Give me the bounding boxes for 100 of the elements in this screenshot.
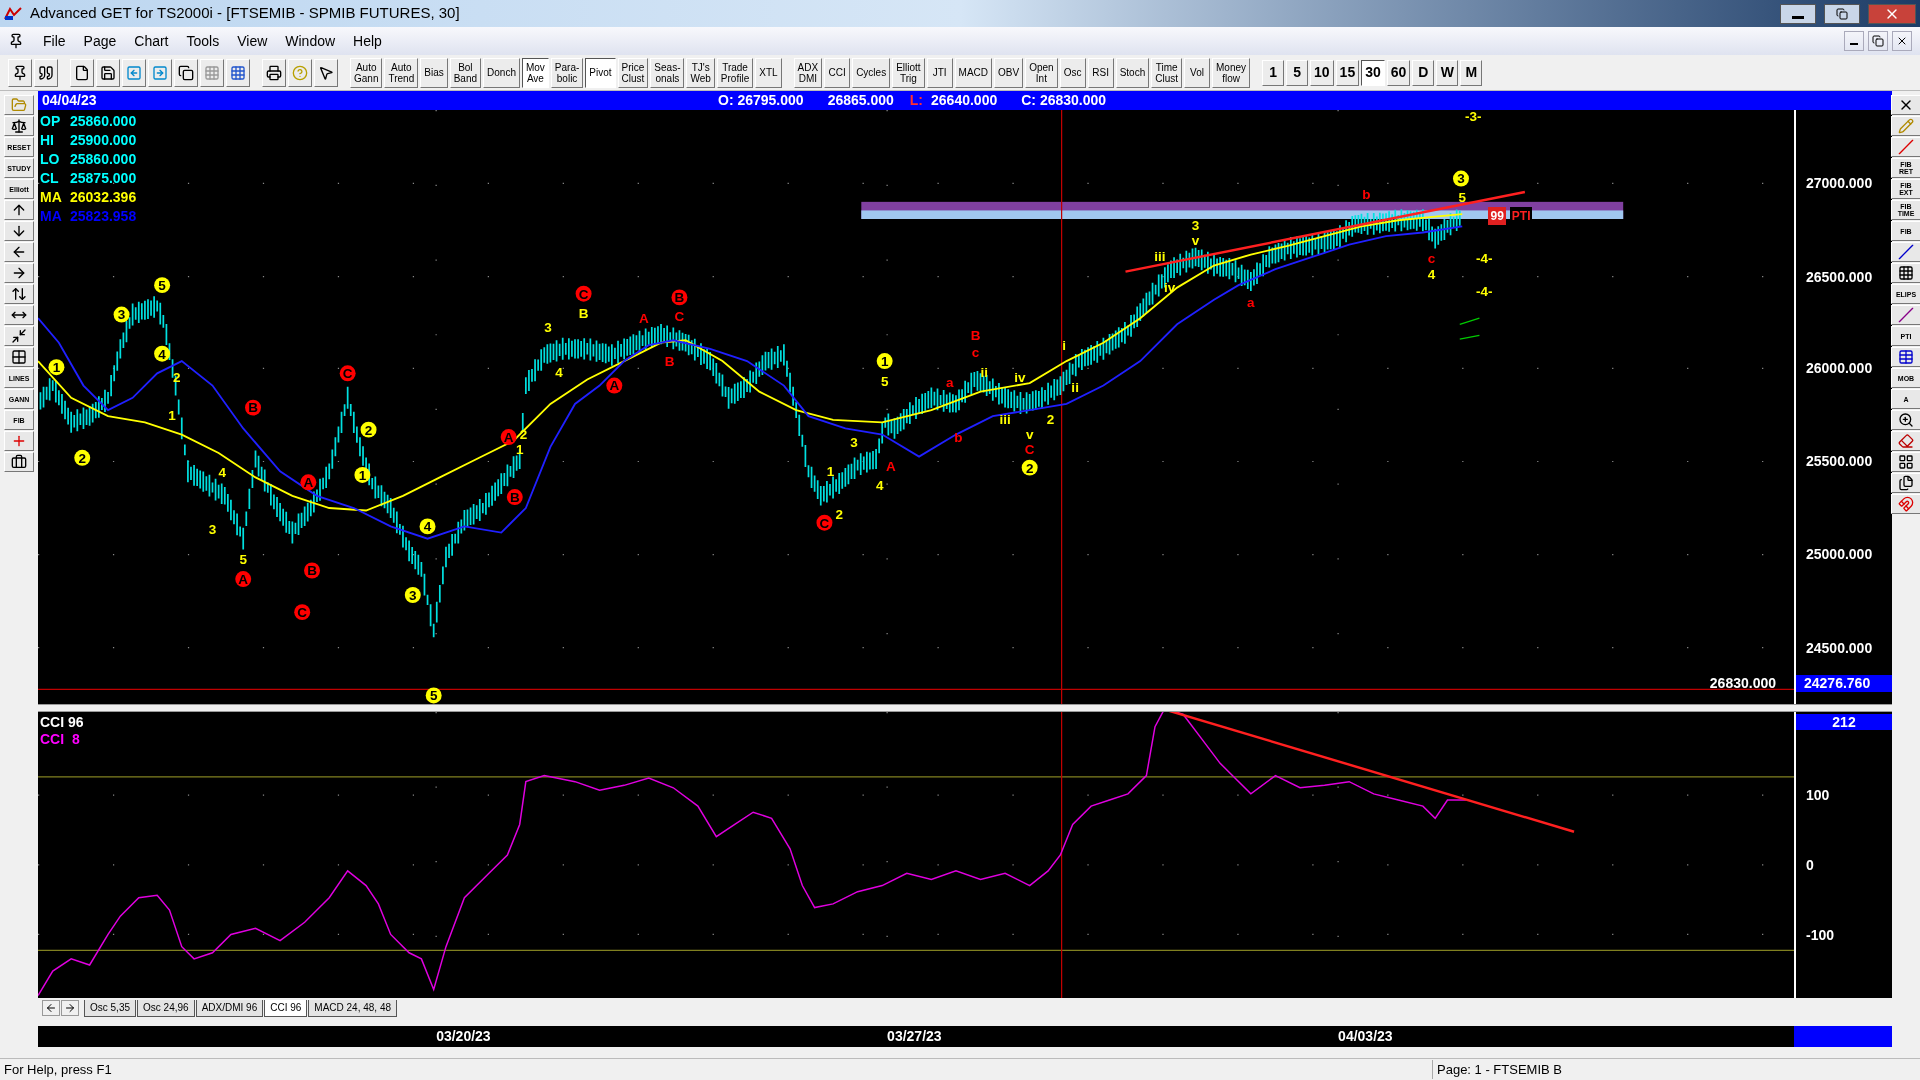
- pin-icon[interactable]: [8, 58, 32, 87]
- toolbar-button[interactable]: Elliott Trig: [892, 57, 925, 88]
- toolbar-button[interactable]: ADX DMI: [793, 57, 823, 88]
- timeframe-button[interactable]: W: [1436, 59, 1459, 86]
- pencil-icon[interactable]: [1891, 116, 1920, 136]
- timeframe-button[interactable]: 1: [1262, 59, 1285, 86]
- expand-icon[interactable]: [4, 305, 34, 325]
- toolbar-button[interactable]: CCI: [824, 57, 851, 88]
- menu-item[interactable]: File: [36, 30, 73, 52]
- close-icon[interactable]: [1891, 95, 1920, 115]
- lines-icon[interactable]: [1891, 137, 1920, 157]
- toolbar-button[interactable]: Bol Band: [449, 57, 482, 88]
- close-button[interactable]: [1892, 31, 1912, 51]
- scales-icon[interactable]: [4, 116, 34, 136]
- toolbar-button[interactable]: Stoch: [1115, 57, 1150, 88]
- save-icon[interactable]: [96, 58, 120, 87]
- indicator-tab[interactable]: MACD 24, 48, 48: [308, 999, 398, 1017]
- wave-label: 3: [113, 306, 130, 323]
- menu-item[interactable]: View: [230, 30, 275, 52]
- copy-icon[interactable]: [174, 58, 198, 87]
- menu-item[interactable]: Help: [346, 30, 389, 52]
- menu-item[interactable]: Page: [76, 30, 124, 52]
- wave-label: 3: [404, 587, 421, 603]
- timeframe-button[interactable]: 15: [1335, 59, 1360, 86]
- toolbar-button[interactable]: XTL: [755, 57, 782, 88]
- toolbar-button[interactable]: Para- bolic: [550, 57, 584, 88]
- magnet-icon[interactable]: [1891, 494, 1920, 514]
- toolbar-button[interactable]: MACD: [954, 57, 993, 88]
- minimize-button[interactable]: [1844, 31, 1864, 51]
- toolbar-button[interactable]: Donch: [483, 57, 520, 88]
- wave-label: a: [1247, 295, 1255, 311]
- diagonal-lines-icon[interactable]: [1891, 305, 1920, 325]
- arrow-down-icon[interactable]: [4, 221, 34, 241]
- toolbar-button[interactable]: Cycles: [852, 57, 891, 88]
- projection-mark: [1459, 317, 1481, 340]
- toolbar-button[interactable]: Seas- onals: [650, 57, 685, 88]
- toolbar-button[interactable]: Money flow: [1212, 57, 1251, 88]
- toolbar-button[interactable]: Trade Profile: [716, 57, 754, 88]
- fan-icon[interactable]: [1891, 242, 1920, 262]
- app-logo-icon: [4, 6, 22, 21]
- menu-item[interactable]: Chart: [127, 30, 176, 52]
- maximize-button[interactable]: [1824, 3, 1860, 24]
- toolbar-button[interactable]: Bias: [420, 57, 448, 88]
- toolbar-button[interactable]: Auto Trend: [384, 57, 419, 88]
- toolbar-button[interactable]: Pivot: [585, 57, 616, 88]
- menu-item[interactable]: Tools: [179, 30, 227, 52]
- minimize-button[interactable]: [1780, 3, 1816, 24]
- documents-icon[interactable]: [1891, 473, 1920, 493]
- toolbar-button[interactable]: JTI: [926, 57, 953, 88]
- folder-icon[interactable]: [4, 95, 34, 115]
- toolbar-button[interactable]: Open Int: [1025, 57, 1058, 88]
- eraser-icon[interactable]: [1891, 431, 1920, 451]
- wave-label: 5: [154, 277, 171, 294]
- arrow-left-icon[interactable]: [4, 242, 34, 262]
- toolbar-button[interactable]: Mov Ave: [521, 57, 549, 88]
- restore-button[interactable]: [1868, 31, 1888, 51]
- zoom-icon[interactable]: [1891, 410, 1920, 430]
- grid-icon[interactable]: [4, 347, 34, 367]
- toolbar-button[interactable]: RSI: [1087, 57, 1114, 88]
- sort-icon[interactable]: [4, 284, 34, 304]
- arrow-up-icon[interactable]: [4, 200, 34, 220]
- arrow-right-icon[interactable]: [4, 263, 34, 283]
- plus-icon[interactable]: [4, 431, 34, 451]
- page-icon[interactable]: [70, 58, 94, 87]
- indicator-tab[interactable]: Osc 5,35: [84, 999, 137, 1017]
- timeframe-button[interactable]: D: [1412, 59, 1435, 86]
- timeframe-button[interactable]: 10: [1310, 59, 1334, 86]
- toolbar-button[interactable]: Vol: [1184, 57, 1210, 88]
- toolbar-button[interactable]: Auto Gann: [350, 57, 383, 88]
- grid-icon[interactable]: [1891, 263, 1920, 283]
- briefcase-icon[interactable]: [4, 452, 34, 472]
- minimize-icon: [1850, 43, 1858, 45]
- quote-icon[interactable]: [34, 58, 58, 87]
- toolbar-button[interactable]: Time Clust: [1151, 57, 1182, 88]
- pointer-help-icon[interactable]: [314, 58, 338, 87]
- timeframe-button[interactable]: 5: [1286, 59, 1309, 86]
- toolbar-button[interactable]: OBV: [994, 57, 1024, 88]
- wave-label: C: [575, 285, 592, 302]
- pattern-icon[interactable]: [1891, 452, 1920, 472]
- scroll-right-button[interactable]: [61, 1000, 79, 1016]
- timeframe-button[interactable]: 30: [1361, 59, 1385, 86]
- table-icon[interactable]: [1891, 347, 1920, 367]
- timeframe-button[interactable]: M: [1460, 59, 1483, 86]
- indicator-tab[interactable]: CCI 96: [264, 999, 308, 1017]
- timeframe-button[interactable]: 60: [1386, 59, 1411, 86]
- indicator-tab[interactable]: Osc 24,96: [137, 999, 195, 1017]
- toolbar-button[interactable]: Price Clust: [617, 57, 649, 88]
- toolbar-button[interactable]: TJ's Web: [686, 57, 715, 88]
- pti-value: 99: [1488, 207, 1506, 225]
- scroll-left-button[interactable]: [42, 1000, 60, 1016]
- last-close-label: 26830.000: [1709, 674, 1776, 693]
- axis-label: 27000.000: [1806, 175, 1873, 192]
- menu-item[interactable]: Window: [278, 30, 343, 52]
- print-icon[interactable]: [262, 58, 286, 87]
- toolbar-button[interactable]: Osc: [1059, 57, 1086, 88]
- help-icon[interactable]: [288, 58, 312, 87]
- indicator-tab[interactable]: ADX/DMI 96: [195, 999, 264, 1017]
- arrow-left-icon: [45, 1002, 57, 1014]
- compress-icon[interactable]: [4, 326, 34, 346]
- high-value: 26865.000: [827, 91, 894, 110]
